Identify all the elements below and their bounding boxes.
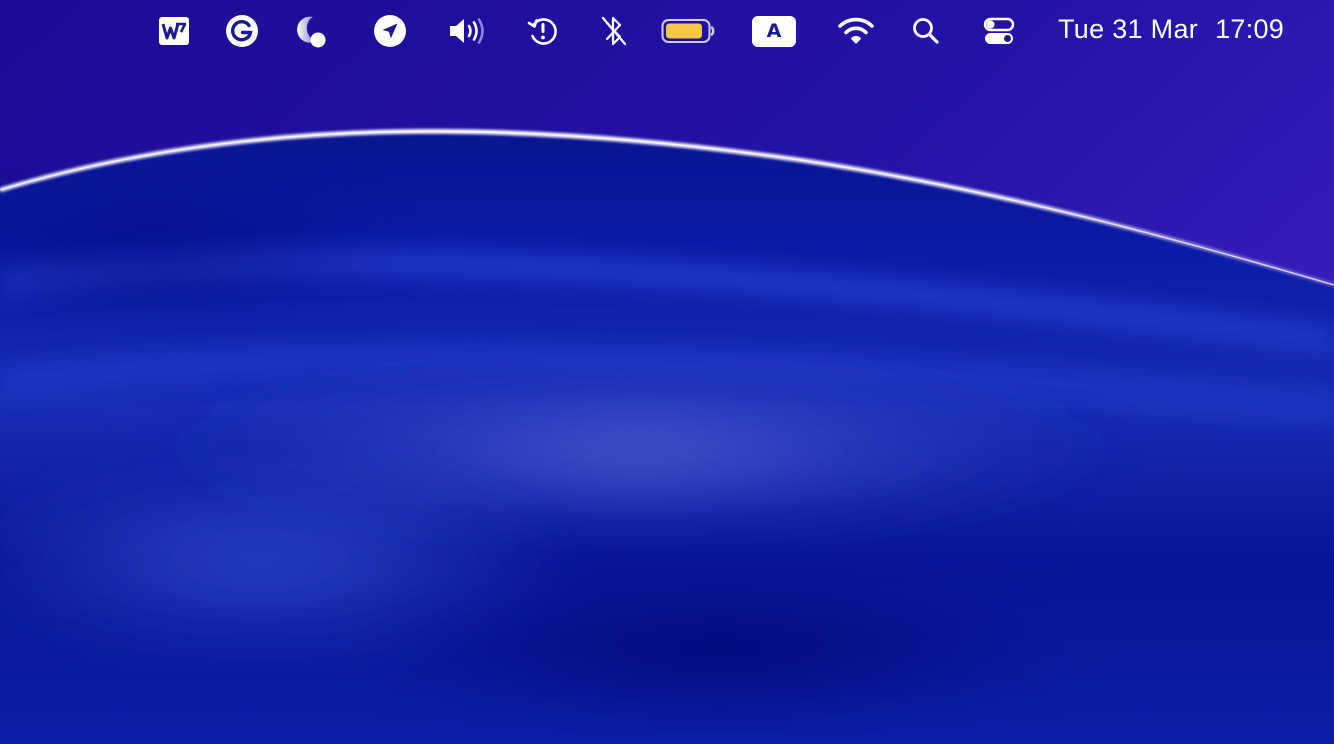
status-item-wps-office[interactable] (156, 10, 192, 52)
status-item-grammarly[interactable] (224, 10, 260, 52)
menubar-clock[interactable]: Tue 31 Mar 17:09 (1058, 10, 1284, 48)
moon-dot-icon (297, 16, 326, 48)
status-item-night-shift[interactable] (294, 10, 330, 52)
search-icon (913, 18, 939, 44)
clock-date: Tue 31 Mar (1058, 13, 1199, 44)
input-source-letter: A (766, 20, 782, 42)
status-item-battery[interactable] (660, 10, 716, 52)
status-item-time-machine[interactable] (524, 10, 562, 52)
status-item-location[interactable] (372, 10, 408, 52)
menu-bar: A Tue 31 Mar 17:09 (0, 0, 1334, 62)
status-item-control-center[interactable] (980, 10, 1018, 52)
status-item-wifi[interactable] (836, 10, 876, 52)
bluetooth-off-icon (601, 16, 627, 46)
control-center-icon (983, 17, 1015, 44)
wps-icon (159, 17, 189, 45)
grammarly-icon (226, 15, 258, 47)
clock-time: 17:09 (1215, 13, 1285, 44)
status-item-input-source[interactable]: A (750, 10, 798, 52)
desktop-wallpaper (0, 0, 1334, 744)
location-arrow-icon (374, 15, 406, 47)
status-item-volume[interactable] (446, 10, 490, 52)
wifi-icon (838, 17, 874, 44)
input-source-icon: A (752, 15, 796, 47)
speaker-icon (450, 18, 484, 44)
time-machine-alert-icon (527, 18, 557, 45)
battery-icon (661, 19, 715, 43)
status-item-bluetooth[interactable] (598, 10, 630, 52)
status-item-spotlight[interactable] (908, 10, 944, 52)
